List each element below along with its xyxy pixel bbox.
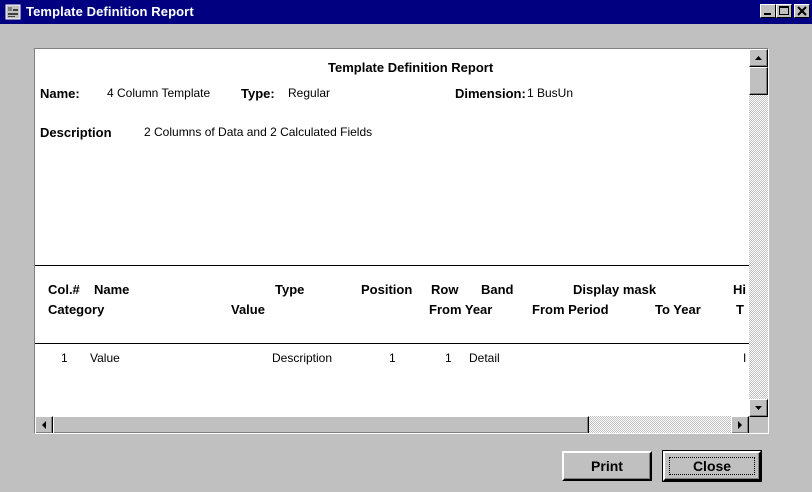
close-window-button[interactable] — [794, 4, 810, 18]
row-col-number: 1 — [61, 351, 68, 365]
col-header-band: Band — [481, 282, 514, 297]
arrow-left-icon — [42, 421, 46, 429]
row-type: Description — [272, 351, 333, 365]
horizontal-scroll-thumb[interactable] — [53, 416, 589, 433]
description-label: Description — [40, 125, 112, 140]
col-header-type: Type — [275, 282, 305, 297]
col-header-name: Name — [94, 282, 130, 297]
scrollbar-corner — [749, 417, 768, 433]
window-title: Template Definition Report — [26, 4, 194, 19]
description-value: 2 Columns of Data and 2 Calculated Field… — [144, 125, 373, 139]
dimension-value: 1 BusUn — [527, 86, 574, 100]
dimension-label: Dimension: — [455, 86, 526, 101]
row-position: 1 — [389, 351, 396, 365]
scroll-right-button[interactable] — [731, 416, 749, 433]
row-name: Value — [90, 351, 120, 365]
vertical-scrollbar[interactable] — [749, 49, 768, 417]
minimize-icon — [764, 13, 771, 15]
report-viewer[interactable]: Template Definition Report Name: 4 Colum… — [34, 48, 769, 434]
report-app-icon — [5, 4, 21, 20]
col-header-display-mask: Display mask — [573, 282, 657, 297]
col-header-position: Position — [361, 282, 413, 297]
name-value: 4 Column Template — [107, 86, 211, 100]
col-header-from-period: From Period — [532, 302, 609, 317]
type-value: Regular — [288, 86, 331, 100]
title-bar: Template Definition Report — [0, 0, 812, 24]
row-row: 1 — [445, 351, 452, 365]
close-button-label: Close — [692, 458, 732, 474]
minimize-button[interactable] — [760, 4, 776, 18]
print-button[interactable]: Print — [562, 451, 652, 481]
report-heading: Template Definition Report — [328, 60, 494, 75]
scroll-left-button[interactable] — [35, 416, 53, 433]
close-button[interactable]: Close — [662, 450, 762, 482]
header-top-rule — [35, 265, 749, 266]
col-header-category: Category — [48, 302, 105, 317]
row-trailing: I — [743, 351, 747, 365]
arrow-down-icon — [755, 406, 762, 410]
row-band: Detail — [469, 351, 500, 365]
col-header-row: Row — [431, 282, 459, 297]
col-header-value: Value — [231, 302, 265, 317]
scroll-up-button[interactable] — [749, 49, 768, 67]
vertical-scroll-thumb[interactable] — [749, 67, 768, 95]
maximize-icon — [779, 6, 789, 15]
arrow-up-icon — [755, 56, 762, 60]
print-button-label: Print — [591, 458, 623, 474]
header-bottom-rule — [35, 343, 749, 344]
name-label: Name: — [40, 86, 80, 101]
col-header-colnum: Col.# — [48, 282, 80, 297]
arrow-right-icon — [738, 421, 742, 429]
col-header-from-year: From Year — [429, 302, 493, 317]
horizontal-scrollbar[interactable] — [35, 416, 749, 433]
maximize-button[interactable] — [776, 4, 792, 18]
type-label: Type: — [241, 86, 275, 101]
col-header-hi: Hi — [733, 282, 746, 297]
col-header-t: T — [736, 302, 744, 317]
scroll-down-button[interactable] — [749, 399, 768, 417]
close-icon — [797, 6, 807, 16]
col-header-to-year: To Year — [655, 302, 701, 317]
